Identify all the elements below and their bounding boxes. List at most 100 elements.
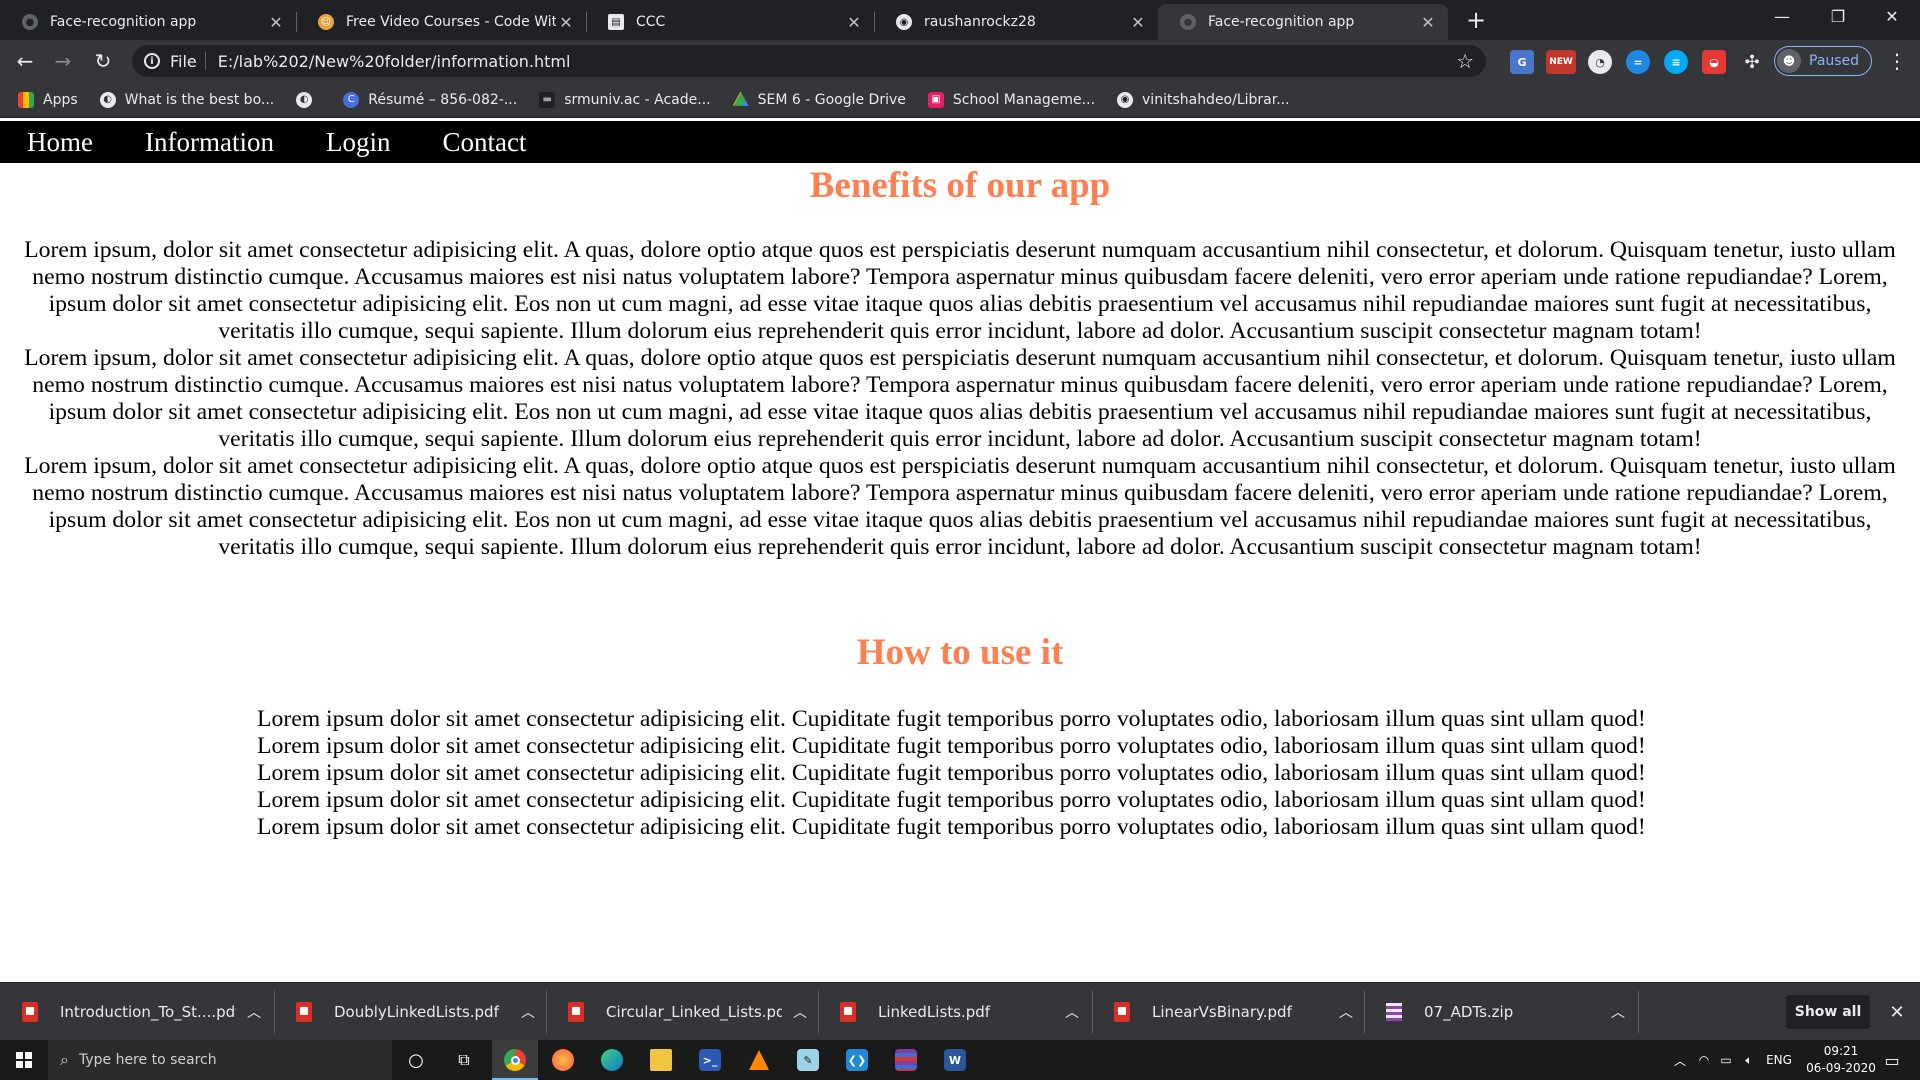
nav-link-home[interactable]: Home [27,127,93,158]
chevron-up-icon[interactable]: ︿ [782,1002,818,1022]
task-view-icon[interactable]: ⧉ [448,1044,480,1076]
forward-icon[interactable]: → [48,46,78,76]
nav-link-login[interactable]: Login [326,127,391,158]
extension-icon[interactable]: ≡ [1664,50,1688,74]
tab-close-icon[interactable]: ✕ [1418,13,1438,32]
chevron-up-icon[interactable]: ︿ [1600,1002,1636,1022]
window-close-icon[interactable]: ✕ [1864,0,1920,32]
bookmark-item[interactable]: ◉ vinitshahdeo/Librar... [1117,91,1290,108]
download-divider [1638,991,1639,1033]
language-indicator[interactable]: ENG [1762,1040,1796,1080]
browser-tab[interactable]: ☺ Free Video Courses - Code With ✕ [296,4,586,40]
volume-icon[interactable]: 🔈︎ [1738,1040,1760,1080]
how-to-use-line: Lorem ipsum dolor sit amet consectetur a… [257,787,1646,813]
extension-icon[interactable]: = [1626,50,1650,74]
system-clock[interactable]: 09:21 06-09-2020 [1804,1043,1878,1077]
browser-tab-active[interactable]: ● Face-recognition app ✕ [1158,4,1448,40]
notepad-icon[interactable]: ✎ [792,1044,824,1076]
bookmark-label: vinitshahdeo/Librar... [1142,91,1290,108]
nav-link-contact[interactable]: Contact [442,127,526,158]
bookmark-item[interactable]: ◐ What is the best bo... [99,91,275,108]
download-item[interactable]: LinearVsBinary.pdf ︿ [1092,983,1364,1041]
extension-icon[interactable]: ◔ [1588,50,1612,74]
new-tab-button[interactable]: + [1460,4,1492,36]
address-url[interactable]: E:/lab%202/New%20folder/information.html [218,52,1456,71]
bookmark-star-icon[interactable]: ☆ [1456,49,1474,73]
bookmark-item[interactable]: SEM 6 - Google Drive [732,91,906,108]
bookmark-label: srmuniv.ac - Acade... [564,91,711,108]
winrar-icon[interactable] [890,1044,922,1076]
download-filename: Introduction_To_St....pdf [60,1003,236,1021]
address-bar[interactable]: i File E:/lab%202/New%20folder/informati… [132,45,1486,77]
bookmark-item[interactable]: C Résumé – 856-082-... [343,91,517,108]
browser-tab[interactable]: ▤ CCC ✕ [586,4,874,40]
bookmark-label: What is the best bo... [124,91,275,108]
windows-taskbar: ⌕ Type here to search ○ ⧉ >_ ✎ ❮❯ W ︿ ◠ … [0,1040,1920,1080]
drive-icon [732,91,749,106]
extensions-puzzle-icon[interactable]: ✣ [1740,50,1764,74]
download-item[interactable]: Circular_Linked_Lists.pdf ︿ [546,983,818,1041]
chevron-up-icon[interactable]: ︿ [1054,1002,1090,1022]
tab-close-icon[interactable]: ✕ [266,13,286,32]
tab-close-icon[interactable]: ✕ [844,13,864,32]
menu-kebab-icon[interactable]: ⋮ [1882,46,1912,76]
download-shelf: Introduction_To_St....pdf ︿ DoublyLinked… [0,982,1920,1040]
section-title-benefits: Benefits of our app [809,165,1111,206]
vscode-icon[interactable]: ❮❯ [841,1044,873,1076]
show-all-button[interactable]: Show all [1786,995,1870,1029]
minimize-icon[interactable]: — [1754,0,1810,32]
powershell-icon[interactable]: >_ [694,1044,726,1076]
address-divider [204,52,206,70]
browser-tab[interactable]: ● Face-recognition app ✕ [0,4,296,40]
bookmark-item[interactable]: ▬ srmuniv.ac - Acade... [539,91,711,108]
browser-tab[interactable]: ◉ raushanrockz28 ✕ [874,4,1158,40]
bookmark-apps[interactable]: Apps [18,91,78,108]
c-icon: C [343,91,360,108]
clock-time: 09:21 [1823,1044,1859,1058]
download-item[interactable]: LinkedLists.pdf ︿ [818,983,1090,1041]
benefits-paragraph: Lorem ipsum, dolor sit amet consectetur … [24,453,1896,560]
reload-icon[interactable]: ↻ [88,46,118,76]
page-viewport: Home Information Login Contact Benefits … [0,121,1920,982]
tab-close-icon[interactable]: ✕ [556,13,576,32]
section-title-how-to-use: How to use it [856,632,1064,673]
restore-icon[interactable]: ❐ [1810,0,1866,32]
pdf-file-icon [296,1002,312,1022]
word-icon[interactable]: W [939,1044,971,1076]
notifications-icon[interactable]: ▭ [1876,1044,1908,1076]
close-shelf-icon[interactable]: ✕ [1882,997,1912,1027]
firefox-icon[interactable] [547,1044,579,1076]
new-extension-icon[interactable]: NEW [1546,50,1576,74]
how-to-use-body: Lorem ipsum dolor sit amet consectetur a… [0,706,1920,841]
how-to-use-line: Lorem ipsum dolor sit amet consectetur a… [257,814,1646,840]
chrome-icon[interactable] [499,1044,531,1076]
download-item[interactable]: 07_ADTs.zip ︿ [1364,983,1636,1041]
benefits-paragraph: Lorem ipsum, dolor sit amet consectetur … [24,237,1896,344]
download-item[interactable]: Introduction_To_St....pdf ︿ [0,983,272,1041]
nav-link-information[interactable]: Information [145,127,274,158]
chevron-up-icon[interactable]: ︿ [236,1002,272,1022]
bookmark-item[interactable]: ▣ School Manageme... [927,91,1095,108]
start-button[interactable] [0,1040,48,1080]
download-filename: LinearVsBinary.pdf [1152,1003,1292,1021]
chevron-up-icon[interactable]: ︿ [1328,1002,1364,1022]
download-item[interactable]: DoublyLinkedLists.pdf ︿ [274,983,546,1041]
tab-close-icon[interactable]: ✕ [1128,13,1148,32]
translate-extension-icon[interactable]: G [1510,50,1534,74]
globe-icon: ● [22,14,38,30]
wifi-icon[interactable]: ◠ [1694,1040,1714,1080]
edge-icon[interactable] [596,1044,628,1076]
battery-icon[interactable]: ▭ [1716,1040,1736,1080]
back-icon[interactable]: ← [10,46,40,76]
tray-chevron-up-icon[interactable]: ︿ [1668,1040,1692,1080]
taskbar-search[interactable]: ⌕ Type here to search [48,1040,392,1080]
bookmark-item[interactable]: ◐ [296,91,321,108]
extension-icon[interactable]: ◒ [1702,50,1726,74]
file-explorer-icon[interactable] [645,1044,677,1076]
info-icon[interactable]: i [144,53,160,69]
vlc-icon[interactable] [743,1044,775,1076]
school-icon: ▣ [927,91,944,108]
cortana-icon[interactable]: ○ [400,1044,432,1076]
profile-button[interactable]: ☻ Paused [1774,46,1872,76]
chevron-up-icon[interactable]: ︿ [510,1002,546,1022]
